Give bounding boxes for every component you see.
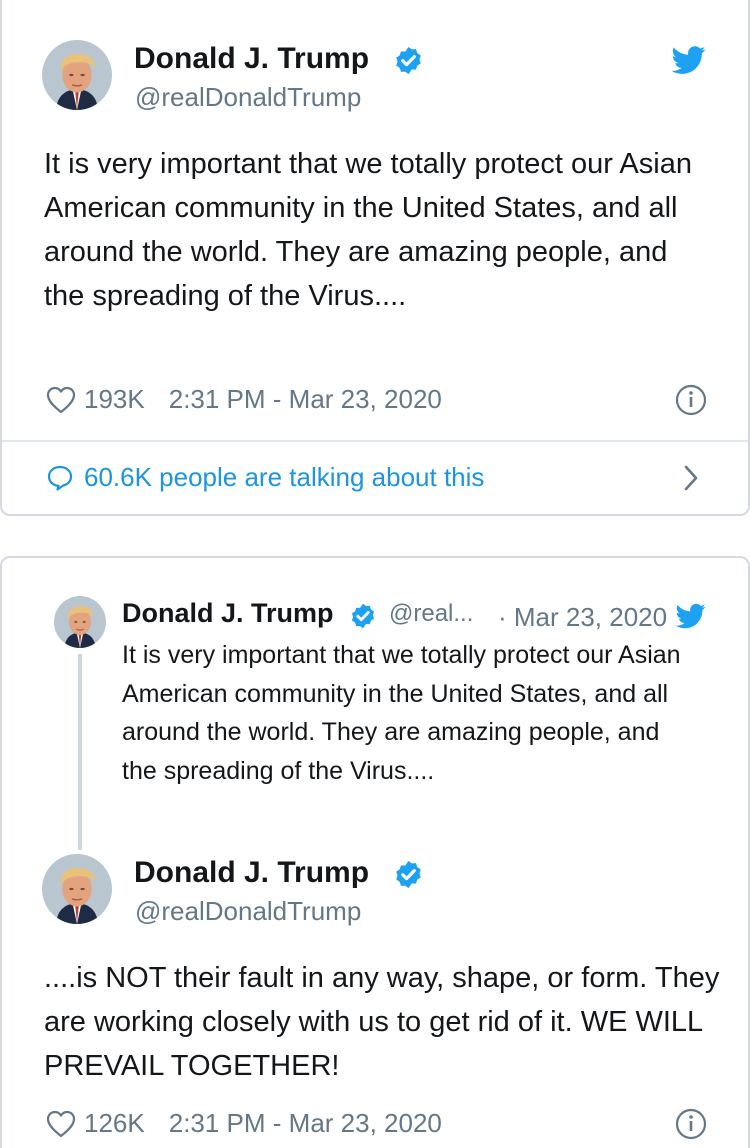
parent-display-name[interactable]: Donald J. Trump	[122, 598, 334, 629]
speech-bubble-icon	[46, 464, 74, 492]
twitter-bird-icon[interactable]	[675, 601, 707, 631]
tweet-text: ....is NOT their fault in any way, shape…	[44, 962, 720, 1082]
twitter-bird-icon[interactable]	[671, 43, 707, 77]
like-count[interactable]: 193K	[84, 384, 145, 415]
timestamp[interactable]: 2:31 PM - Mar 23, 2020	[169, 384, 442, 415]
timestamp[interactable]: 2:31 PM - Mar 23, 2020	[169, 1108, 442, 1139]
info-icon[interactable]	[675, 1108, 707, 1140]
username-handle[interactable]: @realDonaldTrump	[135, 82, 361, 113]
conversation-count-text[interactable]: 60.6K people are talking about this	[84, 462, 484, 493]
avatar-small[interactable]	[54, 596, 106, 648]
tweet-card-1[interactable]: Donald J. Trump @realDonaldTrump It is v…	[0, 0, 750, 516]
parent-handle[interactable]: @real...	[389, 600, 473, 628]
heart-icon[interactable]	[46, 386, 76, 414]
verified-badge-icon	[393, 45, 424, 76]
tweet-meta: 193K 2:31 PM - Mar 23, 2020	[46, 384, 442, 415]
tweet-card-2[interactable]: Donald J. Trump @real... · Mar 23, 2020 …	[0, 556, 750, 1148]
like-count[interactable]: 126K	[84, 1108, 145, 1139]
avatar[interactable]	[42, 854, 112, 924]
divider	[2, 440, 748, 442]
verified-badge-icon	[393, 859, 424, 890]
parent-date[interactable]: · Mar 23, 2020	[498, 602, 667, 633]
username-handle[interactable]: @realDonaldTrump	[135, 896, 361, 927]
tweet-meta: 126K 2:31 PM - Mar 23, 2020	[46, 1108, 442, 1139]
chevron-right-icon[interactable]	[683, 464, 699, 492]
parent-tweet-text: It is very important that we totally pro…	[122, 641, 681, 785]
display-name[interactable]: Donald J. Trump	[134, 856, 369, 890]
display-name[interactable]: Donald J. Trump	[134, 42, 369, 76]
heart-icon[interactable]	[46, 1110, 76, 1138]
tweet-text: It is very important that we totally pro…	[44, 148, 692, 312]
verified-badge-icon	[349, 602, 377, 630]
thread-line	[78, 654, 82, 850]
info-icon[interactable]	[675, 384, 707, 416]
conversation-link[interactable]: 60.6K people are talking about this	[46, 462, 484, 493]
avatar[interactable]	[42, 40, 112, 110]
